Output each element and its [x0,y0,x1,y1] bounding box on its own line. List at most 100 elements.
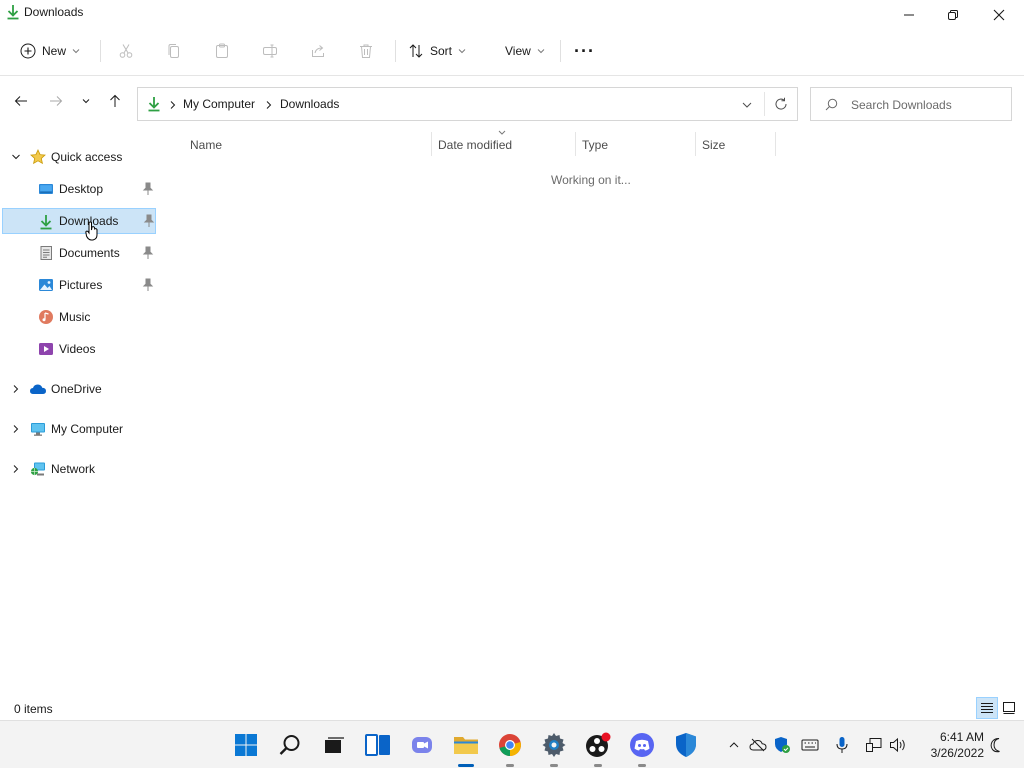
nav-item-documents[interactable]: Documents [2,240,156,266]
view-button[interactable]: View [499,38,545,64]
forward-button[interactable] [46,91,66,111]
column-divider[interactable] [575,132,576,156]
shield-check-icon [775,737,790,753]
windows-security-button[interactable] [670,729,702,761]
search-input[interactable]: Search Downloads [810,87,1012,121]
share-icon [312,45,324,57]
security-tray-icon[interactable] [772,735,792,755]
pin-icon[interactable] [143,214,155,228]
taskbar-search-button[interactable] [274,729,306,761]
restore-button[interactable] [930,0,976,30]
obs-icon [586,732,611,757]
running-indicator [506,764,514,767]
cut-button[interactable] [118,38,134,64]
back-button[interactable] [11,91,31,111]
paste-button[interactable] [214,38,230,64]
plus-circle-icon [20,43,36,59]
column-divider[interactable] [775,132,776,156]
nav-my-computer[interactable]: My Computer [2,416,156,442]
active-indicator [458,764,474,767]
nav-item-music[interactable]: Music [2,304,156,330]
column-header-date-modified[interactable]: Date modified [438,138,512,156]
rename-button[interactable] [262,38,278,64]
column-header-size[interactable]: Size [702,138,725,156]
column-header-name[interactable]: Name [190,138,222,156]
new-button[interactable]: New [20,38,80,64]
clock[interactable]: 6:41 AM 3/26/2022 [914,729,984,761]
separator [395,40,396,62]
chevron-down-icon [537,49,545,54]
share-button[interactable] [310,38,326,64]
file-explorer-button[interactable] [450,729,482,767]
network-tray-icon[interactable] [864,735,884,755]
minimize-button[interactable] [886,0,932,30]
nav-item-downloads[interactable]: Downloads [2,208,156,241]
chevron-down-icon[interactable] [10,151,22,163]
nav-item-videos[interactable]: Videos [2,336,156,362]
pin-icon[interactable] [142,246,154,260]
nav-item-label: Music [59,310,91,324]
chevron-right-icon[interactable] [10,383,22,395]
nav-network[interactable]: Network [2,456,156,482]
obs-button[interactable] [582,729,614,767]
focus-assist-tray-icon[interactable] [988,735,1008,755]
sort-label: Sort [430,44,453,58]
show-hidden-icons-button[interactable] [724,735,744,755]
windows-logo-icon [235,734,257,756]
star-icon [30,149,46,165]
refresh-icon[interactable] [774,97,788,111]
column-divider[interactable] [431,132,432,156]
breadcrumb-downloads[interactable]: Downloads [280,97,339,111]
details-view-icon [981,703,993,713]
large-icons-view-button[interactable] [998,697,1020,719]
discord-button[interactable] [626,729,658,767]
sort-button[interactable]: Sort [408,38,466,64]
nav-item-label: Videos [59,342,96,356]
nav-quick-access[interactable]: Quick access [2,144,156,170]
breadcrumb-my-computer[interactable]: My Computer [183,97,255,111]
teams-chat-button[interactable] [406,729,438,761]
onedrive-tray-icon[interactable] [748,735,768,755]
status-bar: 0 items [0,696,1024,720]
delete-button[interactable] [358,38,374,64]
column-divider[interactable] [695,132,696,156]
copy-icon [168,44,179,58]
view-label: View [505,44,531,58]
copy-button[interactable] [166,38,182,64]
more-options-button[interactable]: ··· [574,38,595,64]
up-button[interactable] [105,91,125,111]
item-count: 0 items [14,702,53,716]
nav-quick-access-label: Quick access [51,150,123,164]
download-arrow-icon [40,215,52,230]
widgets-button[interactable] [362,729,394,761]
pin-icon[interactable] [142,182,154,196]
separator [560,40,561,62]
separator [764,92,765,116]
sort-arrows-icon [409,44,423,58]
address-history-dropdown[interactable] [741,99,753,111]
running-indicator [638,764,646,767]
start-button[interactable] [230,729,262,761]
chevron-right-icon[interactable] [10,423,22,435]
settings-button[interactable] [538,729,570,767]
nav-item-label: Desktop [59,182,104,196]
nav-item-pictures[interactable]: Pictures [2,272,156,298]
speaker-icon [890,737,905,753]
nav-onedrive[interactable]: OneDrive [2,376,156,402]
recent-locations-button[interactable] [76,91,96,111]
details-view-button[interactable] [976,697,998,719]
chrome-button[interactable] [494,729,526,767]
separator [100,40,101,62]
volume-tray-icon[interactable] [888,735,908,755]
pin-icon[interactable] [142,278,154,292]
folder-icon [454,737,478,754]
close-button[interactable] [976,0,1022,30]
chevron-right-icon[interactable] [10,463,22,475]
videos-icon [39,343,53,355]
nav-item-desktop[interactable]: Desktop [2,176,156,202]
microphone-tray-icon[interactable] [832,735,852,755]
keyboard-tray-icon[interactable] [800,735,820,755]
column-header-type[interactable]: Type [582,138,608,156]
address-bar[interactable]: My Computer Downloads [137,87,798,121]
task-view-button[interactable] [318,729,350,761]
